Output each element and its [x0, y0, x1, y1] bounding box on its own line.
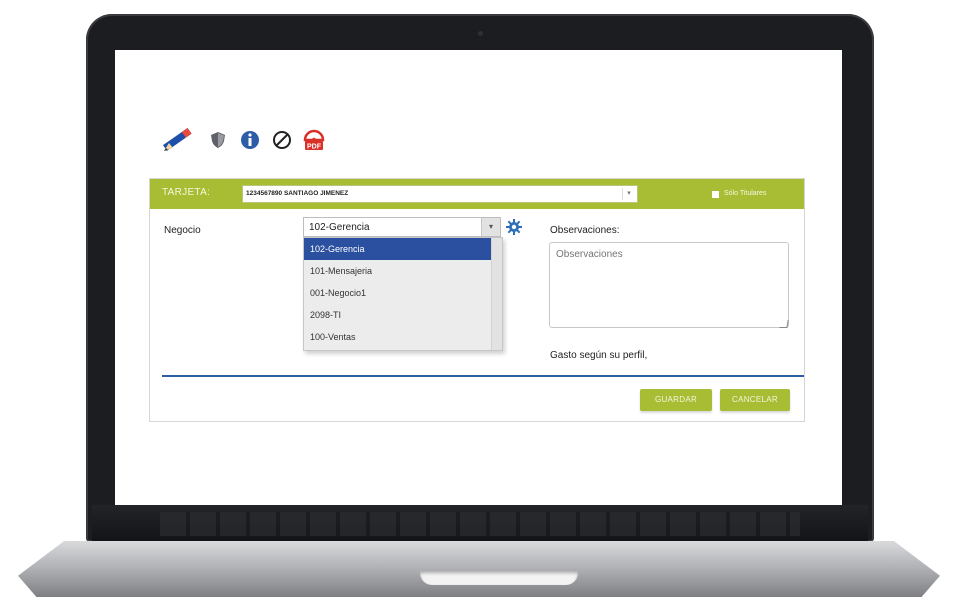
- card-label: TARJETA:: [162, 187, 211, 198]
- card-bar: TARJETA: 1234567890 SANTIAGO JIMENEZ ▾ S…: [150, 179, 804, 209]
- observations-label: Observaciones:: [550, 225, 620, 236]
- dropdown-option[interactable]: 2098-TI: [304, 304, 502, 326]
- app-screen: PDF TARJETA: 1234567890 SANTIAGO JIMENEZ…: [115, 50, 842, 505]
- payment-form: TARJETA: 1234567890 SANTIAGO JIMENEZ ▾ S…: [149, 178, 805, 422]
- dropdown-option[interactable]: 001-Negocio1: [304, 282, 502, 304]
- info-icon[interactable]: [239, 129, 261, 151]
- expense-note: Gasto según su perfil,: [550, 350, 648, 361]
- dropdown-option[interactable]: 100-Ventas: [304, 326, 502, 348]
- business-selected-value: 102-Gerencia: [309, 222, 370, 233]
- shield-icon[interactable]: [207, 129, 229, 151]
- prohibited-icon[interactable]: [271, 129, 293, 151]
- camera: [478, 31, 483, 36]
- holders-only-checkbox[interactable]: [712, 191, 719, 198]
- svg-text:PDF: PDF: [307, 143, 322, 150]
- card-select[interactable]: 1234567890 SANTIAGO JIMENEZ ▾: [242, 185, 638, 203]
- chevron-down-icon[interactable]: ▾: [481, 218, 500, 236]
- dropdown-option[interactable]: 102-Gerencia: [304, 238, 502, 260]
- card-value: 1234567890 SANTIAGO JIMENEZ: [246, 190, 349, 197]
- pdf-icon[interactable]: PDF: [303, 129, 325, 151]
- business-dropdown: 102-Gerencia 101-Mensajeria 001-Negocio1…: [303, 237, 503, 351]
- save-button[interactable]: GUARDAR: [640, 389, 712, 411]
- resize-handle-icon[interactable]: [779, 320, 789, 328]
- pencil-icon[interactable]: [159, 123, 197, 157]
- cancel-button[interactable]: CANCELAR: [720, 389, 790, 411]
- business-select[interactable]: 102-Gerencia ▾: [303, 217, 501, 237]
- settings-gear-icon[interactable]: [506, 219, 522, 235]
- business-label: Negocio: [164, 225, 201, 236]
- trackpad-notch: [420, 571, 578, 585]
- keyboard-edge: [160, 512, 800, 536]
- holders-only-label: Sólo Titulares: [724, 190, 767, 197]
- chevron-down-icon[interactable]: ▾: [622, 188, 635, 200]
- dropdown-option[interactable]: 101-Mensajeria: [304, 260, 502, 282]
- divider: [162, 375, 804, 377]
- laptop-base: [18, 541, 940, 597]
- observations-field[interactable]: [549, 242, 789, 328]
- dropdown-scrollbar[interactable]: [491, 238, 502, 350]
- toolbar: PDF: [159, 122, 325, 158]
